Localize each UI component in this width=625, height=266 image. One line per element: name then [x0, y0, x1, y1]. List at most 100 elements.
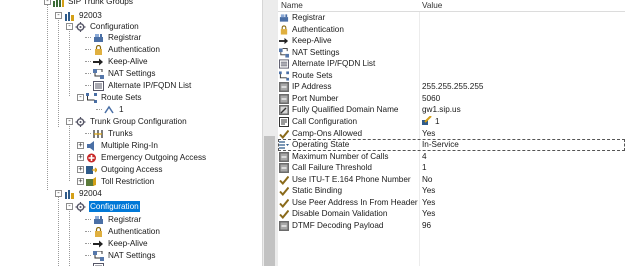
property-row-nat-settings[interactable]: NAT Settings — [278, 47, 625, 59]
property-row-registrar[interactable]: Registrar — [278, 12, 625, 24]
tree-item-keep-alive-1[interactable]: Keep-Alive — [85, 56, 149, 67]
tree-item-toll-restriction[interactable]: + Toll Restriction — [77, 176, 155, 187]
tree-item-route-set-1[interactable]: 1 — [96, 104, 125, 115]
tree-item-partial-row[interactable] — [85, 262, 109, 266]
property-row-use-peer-address-in-from-header[interactable]: Use Peer Address In From Header Yes — [278, 197, 625, 209]
expand-icon[interactable]: + — [77, 142, 84, 149]
emergency-icon — [86, 153, 97, 163]
property-value[interactable]: No — [422, 174, 432, 186]
property-row-disable-domain-validation[interactable]: Disable Domain Validation Yes — [278, 208, 625, 220]
edit-pencil-icon[interactable] — [422, 115, 432, 125]
tree-item-configuration-1[interactable]: - Configuration — [66, 21, 140, 32]
tree-item-registrar-1[interactable]: Registrar — [85, 32, 142, 43]
route-icon — [279, 71, 289, 81]
tree-item-92003[interactable]: - 92003 — [55, 10, 103, 21]
collapse-icon[interactable]: - — [66, 23, 73, 30]
collapse-icon[interactable]: - — [55, 190, 62, 197]
check-icon — [279, 129, 289, 139]
property-row-authentication[interactable]: Authentication — [278, 24, 625, 36]
nat-icon — [93, 68, 104, 79]
property-row-ip-address[interactable]: IP Address 255.255.255.255 — [278, 81, 625, 93]
tree-item-outgoing-access[interactable]: + Outgoing Access — [77, 164, 163, 175]
property-name: Route Sets — [292, 70, 333, 80]
route-item-icon — [104, 105, 115, 115]
list-icon — [93, 80, 104, 91]
tree-item-route-sets[interactable]: - Route Sets — [77, 92, 143, 103]
call-config-icon — [279, 116, 289, 127]
tree-item-trunks[interactable]: Trunks — [85, 128, 134, 139]
property-row-operating-state[interactable]: Operating State In-Service — [278, 139, 625, 151]
property-value[interactable]: 1 — [422, 115, 440, 128]
collapse-icon[interactable]: - — [44, 0, 51, 5]
property-row-port-number[interactable]: Port Number 5060 — [278, 93, 625, 105]
property-value[interactable]: 255.255.255.255 — [422, 81, 483, 93]
scrollbar-thumb[interactable] — [264, 136, 275, 266]
property-row-use-itu-t-e-164-phone-number[interactable]: Use ITU-T E.164 Phone Number No — [278, 174, 625, 186]
field-icon — [279, 82, 289, 93]
tree-item-92004[interactable]: - 92004 — [55, 188, 103, 199]
property-value-text: 96 — [422, 220, 432, 230]
tree-item-multiple-ring-in[interactable]: + Multiple Ring-In — [77, 140, 159, 151]
tree-item-label: Trunks — [108, 129, 133, 138]
property-value[interactable]: gw1.sip.us — [422, 104, 461, 116]
value-column-header[interactable]: Value — [422, 0, 442, 11]
collapse-icon[interactable]: - — [77, 94, 84, 101]
tree-item-configuration-2[interactable]: - Configuration — [66, 201, 140, 212]
tree-item-alternate-ip-1[interactable]: Alternate IP/FQDN List — [85, 80, 192, 91]
property-grid: Name Value Registrar Authentication Keep-A… — [278, 0, 625, 266]
property-row-call-failure-threshold[interactable]: Call Failure Threshold 1 — [278, 162, 625, 174]
property-value[interactable]: 4 — [422, 151, 427, 163]
property-row-fully-qualified-domain-name[interactable]: Fully Qualified Domain Name gw1.sip.us — [278, 104, 625, 116]
property-value-text: No — [422, 174, 433, 184]
property-row-dtmf-decoding-payload[interactable]: DTMF Decoding Payload 96 — [278, 220, 625, 232]
config-icon — [75, 116, 86, 127]
tree-connector-line — [85, 231, 91, 232]
property-value[interactable]: Yes — [422, 185, 435, 197]
tree-connector-line — [69, 26, 70, 96]
tree-item-authentication-2[interactable]: Authentication — [85, 226, 161, 237]
property-name: Camp-Ons Allowed — [292, 128, 363, 138]
property-row-static-binding[interactable]: Static Binding Yes — [278, 185, 625, 197]
tree-item-nat-settings-2[interactable]: NAT Settings — [85, 250, 156, 261]
property-value[interactable]: 1 — [422, 162, 427, 174]
property-value[interactable]: In-Service — [422, 139, 459, 151]
property-value[interactable]: 5060 — [422, 93, 440, 105]
property-value[interactable]: Yes — [422, 197, 435, 209]
tree-item-sip-trunk-groups[interactable]: - SIP Trunk Groups — [44, 0, 134, 7]
tree-item-trunk-group-config[interactable]: - Trunk Group Configuration — [66, 116, 188, 127]
collapse-icon[interactable]: - — [55, 12, 62, 19]
property-name: Maximum Number of Calls — [292, 151, 389, 161]
expand-icon[interactable]: + — [77, 154, 84, 161]
ring-icon — [86, 140, 97, 151]
property-value[interactable]: Yes — [422, 128, 435, 140]
property-row-route-sets[interactable]: Route Sets — [278, 70, 625, 82]
property-row-call-configuration[interactable]: Call Configuration 1 — [278, 115, 625, 128]
tree-item-label: Registrar — [108, 33, 142, 42]
property-name: IP Address — [292, 82, 332, 92]
tree-item-nat-settings-1[interactable]: NAT Settings — [85, 68, 156, 79]
property-value-text: Yes — [422, 128, 436, 138]
tree-item-keep-alive-2[interactable]: Keep-Alive — [85, 238, 149, 249]
field-icon — [279, 151, 289, 162]
property-row-keep-alive[interactable]: Keep-Alive — [278, 35, 625, 47]
property-name: Use Peer Address In From Header — [292, 197, 418, 207]
property-name: Registrar — [292, 13, 326, 22]
tree-item-emergency-outgoing[interactable]: + Emergency Outgoing Access — [77, 152, 207, 163]
collapse-icon[interactable]: - — [66, 203, 73, 210]
expand-icon[interactable]: + — [77, 166, 84, 173]
navigation-tree[interactable]: - SIP Trunk Groups -92003- Configuration Reg… — [0, 0, 262, 266]
tree-item-label: Route Sets — [101, 93, 142, 102]
collapse-icon[interactable]: - — [66, 118, 73, 125]
name-column-header[interactable]: Name — [281, 0, 303, 11]
property-name: Call Failure Threshold — [292, 163, 372, 173]
tree-item-authentication-1[interactable]: Authentication — [85, 44, 161, 55]
property-row-camp-ons-allowed[interactable]: Camp-Ons Allowed Yes — [278, 128, 625, 140]
property-row-maximum-number-of-calls[interactable]: Maximum Number of Calls 4 — [278, 151, 625, 163]
tree-item-registrar-2[interactable]: Registrar — [85, 214, 142, 225]
expand-icon[interactable]: + — [77, 178, 84, 185]
property-value[interactable]: Yes — [422, 208, 435, 220]
config-icon — [75, 201, 86, 212]
tree-item-label: SIP Trunk Groups — [68, 0, 133, 6]
property-row-alternate-ip-fqdn-list[interactable]: Alternate IP/FQDN List — [278, 58, 625, 70]
property-value[interactable]: 96 — [422, 220, 431, 232]
